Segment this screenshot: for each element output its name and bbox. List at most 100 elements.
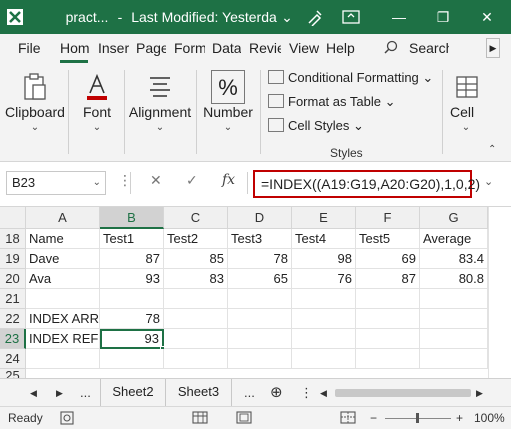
column-header-g[interactable]: G	[420, 207, 488, 229]
cell-g22[interactable]	[420, 309, 488, 329]
cell-d23[interactable]	[228, 329, 292, 349]
cell-c24[interactable]	[164, 349, 228, 369]
cell-f22[interactable]	[356, 309, 420, 329]
next-sheet-icon[interactable]: ▶	[56, 388, 63, 399]
cell-a20[interactable]: Ava	[26, 269, 100, 289]
cell-f20[interactable]: 87	[356, 269, 420, 289]
scroll-right-icon[interactable]: ▶	[476, 388, 483, 399]
cell-d19[interactable]: 78	[228, 249, 292, 269]
cell-e19[interactable]: 98	[292, 249, 356, 269]
tab-home[interactable]: Hom	[60, 40, 90, 56]
vertical-scrollbar-area[interactable]	[488, 207, 511, 379]
cell-b20[interactable]: 93	[100, 269, 164, 289]
file-name[interactable]: pract...	[62, 0, 112, 34]
page-break-view-icon[interactable]	[340, 411, 356, 427]
insert-function-icon[interactable]: fx	[222, 172, 235, 188]
zoom-slider-thumb[interactable]	[416, 413, 419, 423]
row-header-24[interactable]: 24	[0, 349, 26, 369]
column-header-c[interactable]: C	[164, 207, 228, 229]
minimize-button[interactable]: —	[384, 0, 414, 34]
cell-d18[interactable]: Test3	[228, 229, 292, 249]
cell-e24[interactable]	[292, 349, 356, 369]
previous-sheet-icon[interactable]: ◀	[30, 388, 37, 399]
row-header-18[interactable]: 18	[0, 229, 26, 249]
cell-e21[interactable]	[292, 289, 356, 309]
cell-e20[interactable]: 76	[292, 269, 356, 289]
cells-group[interactable]: Cell ⌄	[446, 64, 486, 162]
conditional-formatting-button[interactable]: Conditional Formatting ⌄	[268, 70, 433, 86]
clipboard-group[interactable]: Clipboard ⌄	[4, 64, 66, 162]
column-header-d[interactable]: D	[228, 207, 292, 229]
cell-f21[interactable]	[356, 289, 420, 309]
more-sheets-right[interactable]: ...	[244, 385, 255, 400]
tab-insert[interactable]: Inser	[98, 40, 129, 56]
cell-b21[interactable]	[100, 289, 164, 309]
chevron-down-icon[interactable]: ⌄	[281, 0, 293, 34]
normal-view-icon[interactable]	[192, 411, 208, 427]
enter-icon[interactable]: ✓	[186, 172, 198, 189]
ribbon-scroll-right[interactable]: ▶	[486, 38, 500, 58]
search-label[interactable]: Search	[409, 40, 449, 56]
formula-input[interactable]: =INDEX((A19:G19,A20:G20),1,0,2)	[253, 170, 480, 198]
cell-b22[interactable]: 78	[100, 309, 164, 329]
select-all-corner[interactable]	[0, 207, 26, 229]
close-button[interactable]: ✕	[472, 0, 502, 34]
column-header-f[interactable]: F	[356, 207, 420, 229]
row-header-20[interactable]: 20	[0, 269, 26, 289]
cell-c23[interactable]	[164, 329, 228, 349]
cell-a23[interactable]: INDEX REFE	[26, 329, 100, 349]
cell-f19[interactable]: 69	[356, 249, 420, 269]
add-sheet-icon[interactable]: ⊕	[270, 383, 283, 401]
cell-c18[interactable]: Test2	[164, 229, 228, 249]
cell-styles-button[interactable]: Cell Styles ⌄	[268, 118, 364, 134]
row-header-23[interactable]: 23	[0, 329, 26, 349]
name-box[interactable]: B23 ⌄	[6, 171, 106, 195]
tab-data[interactable]: Data	[212, 40, 241, 56]
row-header-22[interactable]: 22	[0, 309, 26, 329]
cell-b23[interactable]: 93	[100, 329, 164, 349]
column-header-e[interactable]: E	[292, 207, 356, 229]
row-header-21[interactable]: 21	[0, 289, 26, 309]
cell-a18[interactable]: Name	[26, 229, 100, 249]
scroll-left-icon[interactable]: ◀	[320, 388, 327, 399]
cell-g20[interactable]: 80.8	[420, 269, 488, 289]
zoom-out-button[interactable]: −	[370, 411, 377, 425]
search-icon[interactable]	[384, 40, 404, 57]
cell-f23[interactable]	[356, 329, 420, 349]
cancel-icon[interactable]: ✕	[150, 172, 162, 189]
tab-help[interactable]: Help	[326, 40, 356, 56]
cell-g19[interactable]: 83.4	[420, 249, 488, 269]
cell-g24[interactable]	[420, 349, 488, 369]
cell-e23[interactable]	[292, 329, 356, 349]
tab-formulas[interactable]: Form	[174, 40, 205, 56]
tab-view[interactable]: View	[289, 40, 319, 56]
cell-f18[interactable]: Test5	[356, 229, 420, 249]
cell-d24[interactable]	[228, 349, 292, 369]
zoom-in-button[interactable]: +	[456, 411, 463, 425]
more-sheets-left[interactable]: ...	[80, 385, 91, 400]
cell-g21[interactable]	[420, 289, 488, 309]
tab-review[interactable]: Revie	[249, 40, 281, 56]
zoom-level[interactable]: 100%	[474, 411, 505, 425]
format-as-table-button[interactable]: Format as Table ⌄	[268, 94, 396, 110]
sheet-tab-sheet3[interactable]: Sheet3	[166, 379, 232, 407]
cell-e18[interactable]: Test4	[292, 229, 356, 249]
cell-c22[interactable]	[164, 309, 228, 329]
horizontal-scrollbar[interactable]	[335, 389, 471, 397]
cell-e22[interactable]	[292, 309, 356, 329]
cell-d20[interactable]: 65	[228, 269, 292, 289]
ribbon-display-icon[interactable]	[336, 0, 366, 34]
cell-d22[interactable]	[228, 309, 292, 329]
restore-button[interactable]: ❐	[428, 0, 458, 34]
number-group[interactable]: % Number ⌄	[200, 64, 256, 162]
cell-f24[interactable]	[356, 349, 420, 369]
column-header-a[interactable]: A	[26, 207, 100, 229]
chevron-down-icon[interactable]: ⌄	[93, 172, 101, 194]
collapse-ribbon-icon[interactable]: ⌃	[488, 144, 496, 155]
column-header-b[interactable]: B	[100, 207, 164, 229]
sheet-tab-sheet2[interactable]: Sheet2	[100, 379, 166, 407]
cell-c21[interactable]	[164, 289, 228, 309]
cell-g18[interactable]: Average	[420, 229, 488, 249]
cell-a19[interactable]: Dave	[26, 249, 100, 269]
cell-b18[interactable]: Test1	[100, 229, 164, 249]
